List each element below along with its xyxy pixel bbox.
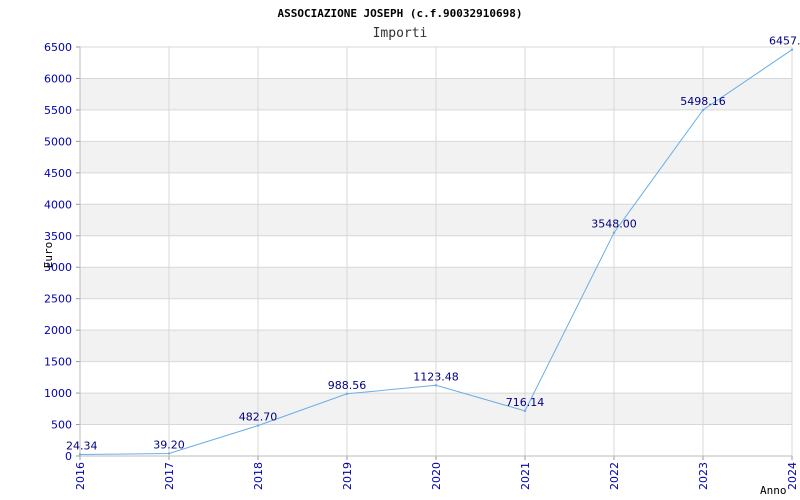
data-label: 3548.00 <box>591 218 637 231</box>
y-tick-label: 4500 <box>44 167 72 180</box>
y-tick-label: 500 <box>51 419 72 432</box>
x-tick-label: 2018 <box>252 462 265 490</box>
data-point <box>701 108 705 112</box>
x-axis-label: Anno <box>760 484 787 497</box>
x-tick-label: 2022 <box>608 462 621 490</box>
data-point <box>434 384 438 387</box>
y-tick-label: 1500 <box>44 356 72 369</box>
data-point <box>612 231 616 234</box>
y-tick-label: 4000 <box>44 198 72 211</box>
data-label: 6457.3 <box>769 35 800 48</box>
chart-title: ASSOCIAZIONE JOSEPH (c.f.90032910698) <box>277 7 522 20</box>
line-chart: 0500100015002000250030003500400045005000… <box>42 7 800 497</box>
y-tick-label: 5000 <box>44 135 72 148</box>
x-tick-label: 2021 <box>519 462 532 490</box>
y-tick-label: 5500 <box>44 104 72 117</box>
x-tick-label: 2023 <box>697 462 710 490</box>
data-point <box>523 409 527 413</box>
y-tick-label: 2000 <box>44 324 72 337</box>
data-label: 988.56 <box>328 379 367 392</box>
data-label: 1123.48 <box>413 370 459 383</box>
data-point <box>345 392 349 395</box>
data-point <box>78 453 82 456</box>
x-axis-ticks: 2016 2017 2018 2019 2020 2021 2022 2023 2024 <box>74 456 799 490</box>
y-tick-label: 6000 <box>44 72 72 85</box>
x-tick-label: 2016 <box>74 462 87 490</box>
data-label: 716.14 <box>506 396 545 409</box>
y-tick-label: 3500 <box>44 230 72 243</box>
y-axis-label: Euro <box>42 242 55 269</box>
data-point <box>790 48 794 51</box>
y-tick-label: 6500 <box>44 41 72 54</box>
data-label: 24.34 <box>66 439 98 452</box>
data-label: 482.70 <box>239 411 278 424</box>
x-tick-label: 2019 <box>341 462 354 490</box>
x-tick-label: 2017 <box>163 462 176 490</box>
x-tick-label: 2020 <box>430 462 443 490</box>
data-point <box>256 424 260 427</box>
y-tick-label: 2500 <box>44 293 72 306</box>
x-tick-label: 2024 <box>786 462 799 490</box>
y-tick-label: 1000 <box>44 387 72 400</box>
data-label: 5498.16 <box>680 95 726 108</box>
data-label: 39.20 <box>153 439 185 452</box>
data-point <box>167 452 171 455</box>
chart-subtitle: Importi <box>373 26 428 41</box>
